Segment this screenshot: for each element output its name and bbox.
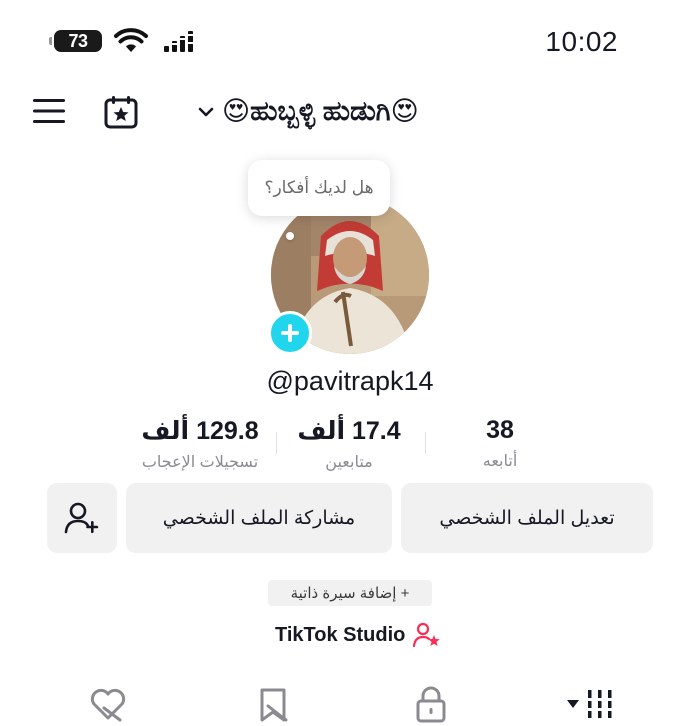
stat-following[interactable]: 38 أتابعه xyxy=(415,416,585,471)
following-count: 38 xyxy=(486,416,514,444)
battery-indicator: 73 xyxy=(49,30,102,52)
plus-icon xyxy=(281,324,299,342)
stat-followers[interactable]: 17.4 ألف متابعين xyxy=(264,416,434,472)
share-profile-button[interactable]: مشاركة الملف الشخصي xyxy=(126,483,392,553)
avatar-ideas-bubble[interactable]: هل لديك أفكار؟ xyxy=(248,160,390,216)
liked-videos-tab-icon[interactable] xyxy=(88,684,128,724)
studio-label: TikTok Studio xyxy=(275,623,406,646)
wifi-icon xyxy=(114,28,148,52)
username: @pavitrapk14 xyxy=(266,366,434,396)
person-star-icon xyxy=(413,622,441,648)
add-friends-button[interactable] xyxy=(47,483,117,553)
add-avatar-button[interactable] xyxy=(268,311,312,355)
caret-down-icon xyxy=(567,700,579,708)
grid-icon xyxy=(586,690,614,718)
account-switcher[interactable]: 😍ಹುಬ್ಬಳ್ಳಿ ಹುಡುಗಿ😍 xyxy=(196,92,419,132)
following-label: أتابعه xyxy=(482,453,518,470)
cellular-signal-icon xyxy=(164,31,194,52)
add-user-icon xyxy=(64,502,99,534)
favorites-tab-icon[interactable] xyxy=(254,684,294,724)
clock-time: 10:02 xyxy=(545,26,618,57)
likes-label: تسجيلات الإعجاب xyxy=(141,454,259,471)
followers-count: 17.4 ألف xyxy=(297,417,401,445)
private-videos-tab-icon[interactable] xyxy=(411,684,451,724)
tiktok-studio-link[interactable]: TikTok Studio xyxy=(275,622,441,648)
profile-title: 😍ಹುಬ್ಬಳ್ಳಿ ಹುಡುಗಿ😍 xyxy=(222,96,419,126)
stat-likes[interactable]: 129.8 ألف تسجيلات الإعجاب xyxy=(115,416,285,472)
bubble-tail xyxy=(286,232,294,240)
add-bio-button[interactable]: + إضافة سيرة ذاتية xyxy=(268,580,432,606)
followers-label: متابعين xyxy=(325,454,373,471)
likes-count: 129.8 ألف xyxy=(141,417,259,445)
calendar-star-icon[interactable] xyxy=(103,94,139,130)
hamburger-icon[interactable] xyxy=(33,97,65,125)
chevron-down-icon xyxy=(198,107,214,117)
edit-profile-button[interactable]: تعديل الملف الشخصي xyxy=(401,483,653,553)
videos-tab[interactable] xyxy=(566,688,614,720)
